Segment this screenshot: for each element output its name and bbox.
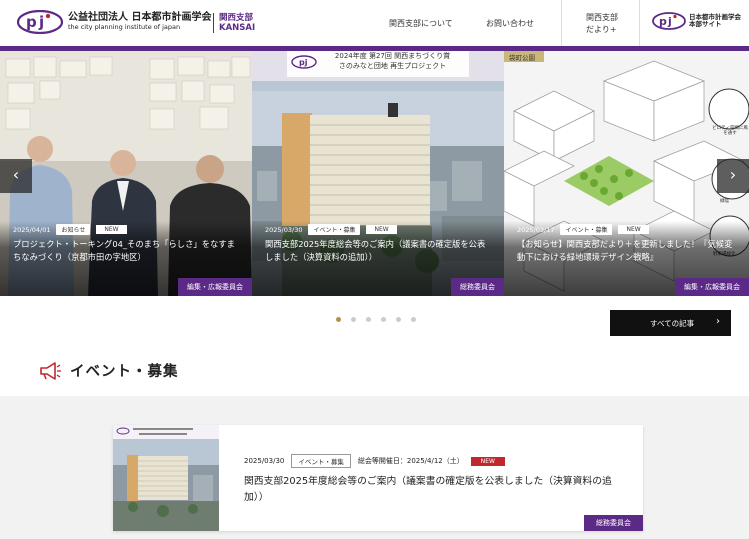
- chevron-right-icon: ›: [716, 316, 720, 327]
- event-card[interactable]: 2025/03/30 イベント・募集 総会等開催日：2025/4/12（土） N…: [113, 425, 643, 531]
- new-badge: NEW: [96, 225, 127, 234]
- slide-title[interactable]: 関西支部2025年度総会等のご案内（議案書の確定版を公表しました（決算資料の追加…: [265, 238, 493, 264]
- slide-title[interactable]: プロジェクト・トーキング04_そのまち「らしさ」をなすまちなみづくり（京都市田の…: [13, 238, 241, 264]
- nav-contact[interactable]: お問い合わせ: [486, 18, 534, 29]
- carousel-pagination: [336, 317, 416, 322]
- carousel-prev-button[interactable]: ‹: [0, 159, 32, 193]
- committee-label: 編集・広報委員会: [675, 278, 749, 296]
- nav-about[interactable]: 関西支部について: [389, 18, 453, 29]
- megaphone-icon: [40, 361, 61, 380]
- carousel-slide[interactable]: 2025/04/01 お知らせ NEW プロジェクト・トーキング04_そのまち「…: [0, 51, 252, 296]
- chevron-right-icon: ›: [729, 165, 737, 184]
- image-label: 袋町公園: [509, 54, 535, 62]
- category-tag: お知らせ: [56, 224, 91, 235]
- event-thumbnail: [113, 425, 219, 531]
- new-badge: NEW: [618, 225, 649, 234]
- nav-dayori[interactable]: 関西支部 だより+: [586, 12, 618, 36]
- branch-en: KANSAI: [219, 23, 256, 34]
- section-title: イベント・募集: [70, 364, 179, 380]
- new-badge: NEW: [470, 456, 505, 466]
- hq-line2: 本部サイト: [689, 20, 722, 28]
- carousel-dot[interactable]: [396, 317, 401, 322]
- svg-text:p: p: [659, 15, 667, 28]
- site-header: p j 公益社団法人 日本都市計画学会 the city planning in…: [0, 0, 749, 46]
- new-badge: NEW: [366, 225, 397, 234]
- nav-divider: [561, 0, 562, 46]
- callout-shade: 緑陰: [720, 199, 729, 204]
- cpij-logo-icon: p j: [16, 9, 64, 35]
- chevron-left-icon: ‹: [12, 165, 20, 184]
- category-tag: イベント・募集: [291, 454, 351, 468]
- slide-date: 2025/03/30: [265, 225, 303, 234]
- org-name-en: the city planning institute of japan: [68, 22, 181, 31]
- carousel-next-button[interactable]: ›: [717, 159, 749, 193]
- svg-text:j: j: [38, 13, 44, 31]
- slide-date: 2025/03/17: [517, 225, 555, 234]
- nav-divider: [639, 0, 640, 46]
- svg-text:j: j: [667, 15, 672, 28]
- banner-line2: さのみなと団地 再生プロジェクト: [338, 61, 447, 70]
- committee-label: 編集・広報委員会: [178, 278, 252, 296]
- carousel-dot[interactable]: [411, 317, 416, 322]
- meeting-date: 総会等開催日：2025/4/12（土）: [357, 457, 464, 465]
- hq-site-link[interactable]: p j 日本都市計画学会 本部サイト: [652, 12, 741, 30]
- category-tag: イベント・募集: [308, 224, 361, 235]
- carousel-slide[interactable]: pj 2024年度 第27回 関西まちづくり賞 さのみなと団地 再生プロジェクト…: [252, 51, 504, 296]
- event-date: 2025/03/30: [244, 457, 285, 465]
- carousel-dot[interactable]: [351, 317, 356, 322]
- site-logo[interactable]: p j 公益社団法人 日本都市計画学会 the city planning in…: [16, 9, 255, 35]
- category-tag: イベント・募集: [560, 224, 613, 235]
- all-articles-button[interactable]: すべての記事 ›: [610, 310, 731, 336]
- slide-date: 2025/04/01: [13, 225, 51, 234]
- event-title[interactable]: 関西支部2025年度総会等のご案内（議案書の確定版を公表しました（決算資料の追加…: [244, 474, 614, 506]
- nav-dayori-line1: 関西支部: [586, 13, 618, 22]
- carousel-dot[interactable]: [366, 317, 371, 322]
- all-articles-label: すべての記事: [650, 319, 695, 328]
- nav-dayori-line2: だより+: [586, 25, 617, 34]
- carousel-dot[interactable]: [336, 317, 341, 322]
- svg-text:pj: pj: [299, 58, 308, 67]
- carousel-dot[interactable]: [381, 317, 386, 322]
- banner-line1: 2024年度 第27回 関西まちづくり賞: [334, 52, 451, 60]
- svg-text:p: p: [26, 13, 37, 31]
- committee-label: 総務委員会: [451, 278, 504, 296]
- branch-jp: 関西支部: [219, 13, 254, 23]
- carousel-slide[interactable]: 袋町公園 ビロティ空間に風を通す 緑陰 駐車場緑化 2025/03/17 イベン…: [504, 51, 749, 296]
- callout-ventilation: ビロティ空間に風を通す: [712, 126, 748, 137]
- section-heading: イベント・募集: [38, 360, 179, 381]
- branch-label: 関西支部 KANSAI: [213, 13, 256, 34]
- cpij-logo-small-icon: p j: [652, 12, 686, 30]
- slide-title[interactable]: 【お知らせ】関西支部だより＋を更新しました！『気候変動下における緑地環境デザイン…: [517, 238, 739, 264]
- committee-label: 総務委員会: [584, 515, 643, 531]
